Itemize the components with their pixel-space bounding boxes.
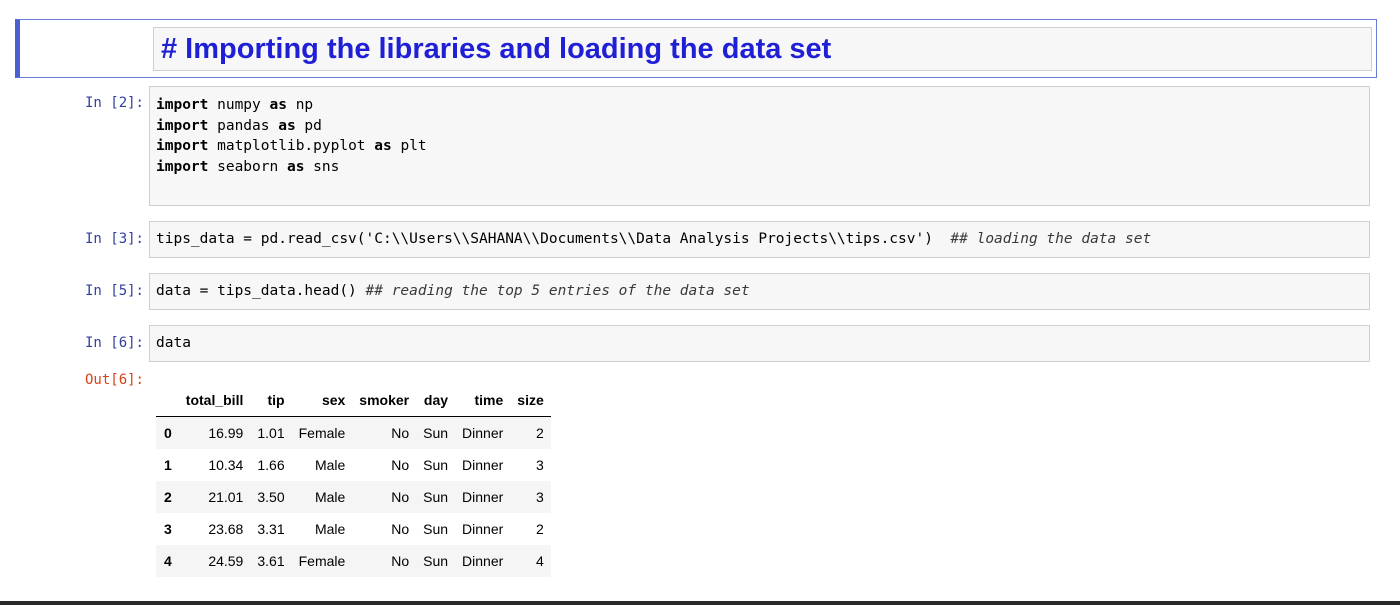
table-cell: Dinner bbox=[462, 521, 504, 537]
table-cell: 16.99 bbox=[208, 425, 244, 441]
column-header: day bbox=[416, 384, 456, 417]
code-cell-read-csv[interactable]: tips_data = pd.read_csv('C:\\Users\\SAHA… bbox=[149, 221, 1370, 258]
table-cell: Male bbox=[314, 521, 346, 537]
table-header-row: total_bill tip sex smoker day time size bbox=[156, 384, 551, 417]
table-cell: Female bbox=[298, 553, 346, 569]
table-cell: 2 bbox=[535, 521, 544, 537]
table-row: 0 16.99 1.01 Female No Sun Dinner 2 bbox=[156, 416, 551, 449]
row-index: 2 bbox=[164, 489, 172, 505]
table-cell: No bbox=[391, 457, 410, 473]
column-header: tip bbox=[250, 384, 292, 417]
table-cell: 10.34 bbox=[208, 457, 244, 473]
code-line: data bbox=[156, 335, 191, 351]
table-cell: 3.50 bbox=[257, 489, 285, 505]
row-index: 1 bbox=[164, 457, 172, 473]
table-cell: Sun bbox=[423, 457, 449, 473]
table-cell: Male bbox=[314, 489, 346, 505]
code-line: import pandas as pd bbox=[156, 117, 322, 134]
code-line: import seaborn as sns bbox=[156, 158, 340, 175]
table-cell: Female bbox=[298, 425, 346, 441]
table-cell: No bbox=[391, 489, 410, 505]
column-header: sex bbox=[291, 384, 353, 417]
code-line: import matplotlib.pyplot as plt bbox=[156, 138, 427, 154]
column-header: size bbox=[510, 384, 551, 417]
table-cell: Dinner bbox=[462, 489, 504, 505]
table-cell: 3 bbox=[535, 489, 544, 505]
table-row: 2 21.01 3.50 Male No Sun Dinner 3 bbox=[156, 481, 551, 513]
table-row: 3 23.68 3.31 Male No Sun Dinner 2 bbox=[156, 513, 551, 545]
table-cell: Sun bbox=[423, 489, 449, 505]
table-cell: 3.61 bbox=[257, 553, 285, 569]
index-header bbox=[156, 384, 179, 417]
table-cell: No bbox=[391, 425, 410, 441]
code-cell-imports[interactable]: import numpy as np import pandas as pd i… bbox=[149, 86, 1370, 206]
table-cell: 24.59 bbox=[208, 553, 244, 569]
input-prompt: In [2]: bbox=[84, 95, 144, 111]
table-row: 4 24.59 3.61 Female No Sun Dinner 4 bbox=[156, 545, 551, 577]
table-cell: Dinner bbox=[462, 457, 504, 473]
table-cell: Dinner bbox=[462, 425, 504, 441]
output-prompt: Out[6]: bbox=[84, 372, 144, 388]
table-cell: 3 bbox=[535, 457, 544, 473]
table-cell: Dinner bbox=[462, 553, 504, 569]
table-cell: Sun bbox=[423, 521, 449, 537]
dataframe-table: total_bill tip sex smoker day time size … bbox=[156, 384, 551, 577]
input-prompt: In [6]: bbox=[84, 335, 144, 351]
row-index: 3 bbox=[164, 521, 172, 537]
table-cell: 1.66 bbox=[257, 457, 285, 473]
table-cell: No bbox=[391, 521, 410, 537]
markdown-heading: # Importing the libraries and loading th… bbox=[161, 33, 832, 65]
markdown-cell[interactable]: # Importing the libraries and loading th… bbox=[15, 19, 1377, 78]
window-bottom-border bbox=[0, 601, 1400, 605]
code-cell-head[interactable]: data = tips_data.head() ## reading the t… bbox=[149, 273, 1370, 310]
table-cell: 21.01 bbox=[208, 489, 244, 505]
column-header: smoker bbox=[352, 384, 417, 417]
table-cell: No bbox=[391, 553, 410, 569]
table-cell: 2 bbox=[535, 425, 544, 441]
table-cell: 23.68 bbox=[208, 521, 244, 537]
code-line: import numpy as np bbox=[156, 97, 314, 113]
notebook-page: # Importing the libraries and loading th… bbox=[0, 0, 1400, 605]
code-line: tips_data = pd.read_csv('C:\\Users\\SAHA… bbox=[156, 231, 1152, 247]
table-cell: Male bbox=[314, 457, 346, 473]
table-cell: Sun bbox=[423, 553, 449, 569]
table-cell: Sun bbox=[423, 425, 449, 441]
code-cell-data[interactable]: data bbox=[149, 325, 1370, 362]
table-row: 1 10.34 1.66 Male No Sun Dinner 3 bbox=[156, 449, 551, 481]
table-cell: 3.31 bbox=[257, 521, 285, 537]
markdown-editor[interactable]: # Importing the libraries and loading th… bbox=[153, 27, 1372, 71]
column-header: total_bill bbox=[178, 384, 251, 417]
input-prompt: In [3]: bbox=[84, 231, 144, 247]
table-cell: 1.01 bbox=[257, 425, 285, 441]
row-index: 0 bbox=[164, 425, 172, 441]
row-index: 4 bbox=[164, 553, 172, 569]
column-header: time bbox=[455, 384, 511, 417]
input-prompt: In [5]: bbox=[84, 283, 144, 299]
table-cell: 4 bbox=[535, 553, 544, 569]
code-line: data = tips_data.head() ## reading the t… bbox=[156, 283, 750, 299]
